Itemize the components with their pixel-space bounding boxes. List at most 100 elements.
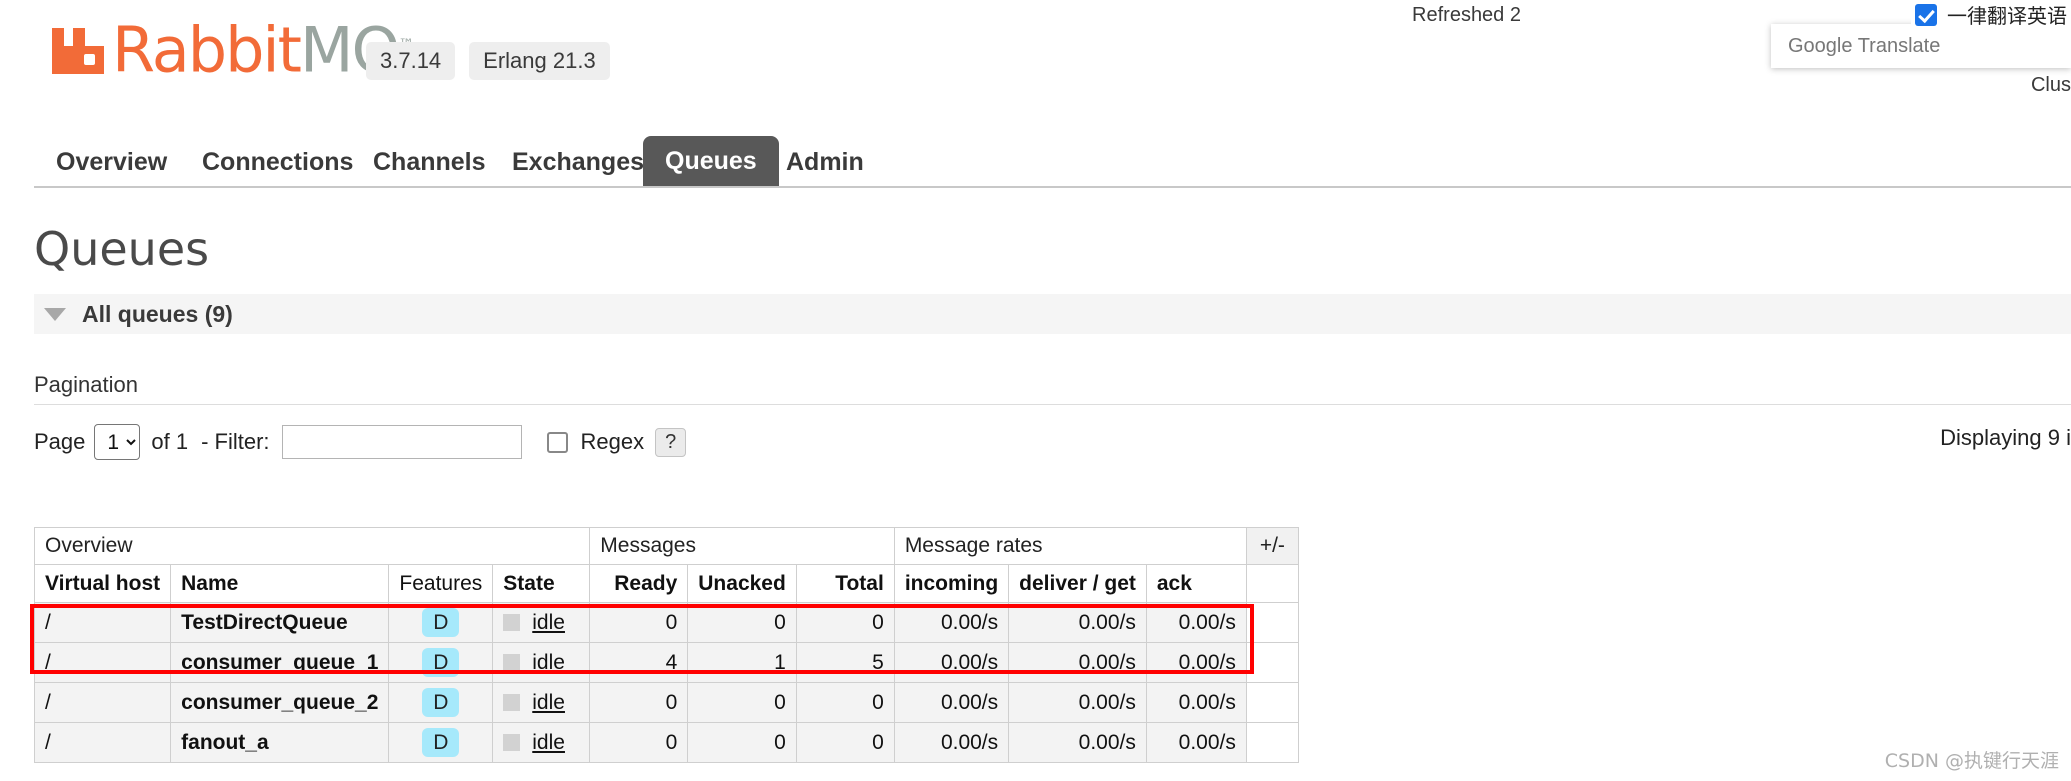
refreshed-status: Refreshed 2 [1412, 4, 1521, 26]
state-label: idle [532, 730, 565, 754]
cell-ack: 0.00/s [1145, 602, 1247, 643]
nav-underline [34, 186, 2071, 188]
rabbitmq-logo-icon [48, 22, 108, 80]
cell-state: idle [492, 682, 591, 723]
tab-overview[interactable]: Overview [34, 136, 189, 189]
cell-ack: 0.00/s [1145, 682, 1247, 723]
queue-name-link[interactable]: consumer_queue_1 [181, 651, 378, 674]
cell-queue-name[interactable]: fanout_a [170, 722, 390, 763]
cell-features: D [388, 602, 494, 643]
col-deliver-get[interactable]: deliver / get [1008, 564, 1147, 603]
page-header: RabbitMQ™ 3.7.14 Erlang 21.3 Refreshed 2… [0, 0, 2071, 150]
translate-always-checkbox[interactable] [1915, 3, 1937, 26]
cell-spacer [1245, 722, 1299, 763]
state-indicator-icon [503, 694, 521, 711]
google-translate-popup[interactable]: Google Translate 一律翻译英语 [1771, 0, 2071, 68]
table-column-header-row: Virtual host Name Features State Ready U… [33, 564, 1299, 603]
cell-ack: 0.00/s [1145, 642, 1247, 683]
translate-always-row[interactable]: 一律翻译英语 [1911, 0, 2071, 31]
erlang-version-pill: Erlang 21.3 [469, 42, 610, 80]
cluster-label: Clus [2030, 74, 2071, 96]
cell-unacked: 0 [687, 682, 797, 723]
cell-queue-name[interactable]: consumer_queue_1 [170, 642, 390, 683]
group-header-messages: Messages [589, 527, 895, 565]
filter-input[interactable] [281, 425, 522, 459]
cell-ready: 4 [589, 642, 689, 683]
queue-name-link[interactable]: TestDirectQueue [181, 611, 348, 634]
cell-state: idle [492, 602, 591, 643]
queues-table: Overview Messages Message rates +/- Virt… [33, 527, 1299, 763]
col-features[interactable]: Features [388, 564, 494, 603]
cell-virtual-host: / [33, 722, 172, 763]
filter-controls: Page 1 of 1 - Filter: Regex ? [34, 420, 687, 464]
chevron-down-triangle-icon[interactable] [44, 307, 66, 321]
queue-name-link[interactable]: fanout_a [181, 731, 269, 754]
displaying-count: Displaying 9 i [1940, 425, 2071, 450]
cell-state: idle [492, 722, 591, 763]
cell-spacer [1245, 602, 1299, 643]
watermark: CSDN @执键行天涯 [1884, 750, 2059, 772]
cell-features: D [388, 642, 494, 683]
toggle-columns-button[interactable]: +/- [1245, 527, 1299, 565]
cell-deliver-get: 0.00/s [1008, 722, 1147, 763]
col-total[interactable]: Total [795, 564, 895, 603]
tab-admin[interactable]: Admin [764, 136, 886, 189]
cell-deliver-get: 0.00/s [1008, 642, 1147, 683]
col-unacked[interactable]: Unacked [687, 564, 797, 603]
cell-unacked: 0 [687, 602, 797, 643]
col-spacer [1245, 564, 1299, 603]
main-nav: Overview Connections Channels Exchanges … [0, 136, 2071, 186]
durable-badge: D [422, 687, 460, 718]
page-title: Queues [34, 222, 210, 276]
cell-virtual-host: / [33, 642, 172, 683]
page-of-total: of 1 [151, 429, 189, 454]
rabbitmq-logo[interactable]: RabbitMQ™ [48, 16, 414, 81]
filter-label: - Filter: [201, 429, 270, 454]
col-ack[interactable]: ack [1145, 564, 1247, 603]
state-label: idle [532, 610, 565, 634]
regex-label: Regex [580, 429, 645, 454]
translate-always-label: 一律翻译英语 [1947, 4, 2067, 28]
col-ready[interactable]: Ready [589, 564, 689, 603]
tab-exchanges[interactable]: Exchanges [490, 136, 666, 189]
col-virtual-host[interactable]: Virtual host [33, 564, 172, 603]
state-indicator-icon [503, 734, 521, 751]
col-name[interactable]: Name [170, 564, 390, 603]
cell-deliver-get: 0.00/s [1008, 602, 1147, 643]
queue-name-link[interactable]: consumer_queue_2 [181, 691, 378, 714]
cell-virtual-host: / [33, 682, 172, 723]
cell-spacer [1245, 642, 1299, 683]
regex-checkbox[interactable] [546, 431, 568, 453]
cell-total: 0 [795, 722, 895, 763]
cell-queue-name[interactable]: TestDirectQueue [170, 602, 390, 643]
cell-queue-name[interactable]: consumer_queue_2 [170, 682, 390, 723]
regex-help-icon[interactable]: ? [655, 427, 687, 457]
tab-channels[interactable]: Channels [351, 136, 508, 189]
page-select[interactable]: 1 [94, 424, 141, 460]
all-queues-section-header[interactable]: All queues (9) [34, 294, 2071, 334]
cell-ready: 0 [589, 722, 689, 763]
col-state[interactable]: State [492, 564, 591, 603]
page-label: Page [34, 429, 86, 454]
durable-badge: D [422, 607, 460, 638]
table-row[interactable]: / consumer_queue_1 Didle 4 1 5 0.00/s 0.00/s 0.0… [33, 642, 1299, 683]
cell-ready: 0 [589, 602, 689, 643]
cell-deliver-get: 0.00/s [1008, 682, 1147, 723]
tab-connections[interactable]: Connections [180, 136, 375, 189]
cell-spacer [1245, 682, 1299, 723]
group-header-message-rates: Message rates [893, 527, 1247, 565]
table-row[interactable]: / consumer_queue_2 Didle 0 0 0 0.00/s 0.00/s 0.0… [33, 682, 1299, 723]
col-incoming[interactable]: incoming [893, 564, 1010, 603]
cell-unacked: 1 [687, 642, 797, 683]
rabbitmq-management-page: RabbitMQ™ 3.7.14 Erlang 21.3 Refreshed 2… [0, 0, 2071, 781]
table-row[interactable]: / TestDirectQueue Didle 0 0 0 0.00/s 0.00/s 0.00… [33, 602, 1299, 643]
state-label: idle [532, 690, 565, 714]
pagination-heading: Pagination [34, 372, 138, 397]
durable-badge: D [422, 647, 460, 678]
table-row[interactable]: / fanout_a Didle 0 0 0 0.00/s 0.00/s 0.00/s [33, 722, 1299, 763]
cell-ready: 0 [589, 682, 689, 723]
group-header-overview: Overview [33, 527, 591, 565]
durable-badge: D [422, 727, 460, 758]
tab-queues[interactable]: Queues [643, 136, 779, 186]
version-pills: 3.7.14 Erlang 21.3 [366, 42, 610, 80]
